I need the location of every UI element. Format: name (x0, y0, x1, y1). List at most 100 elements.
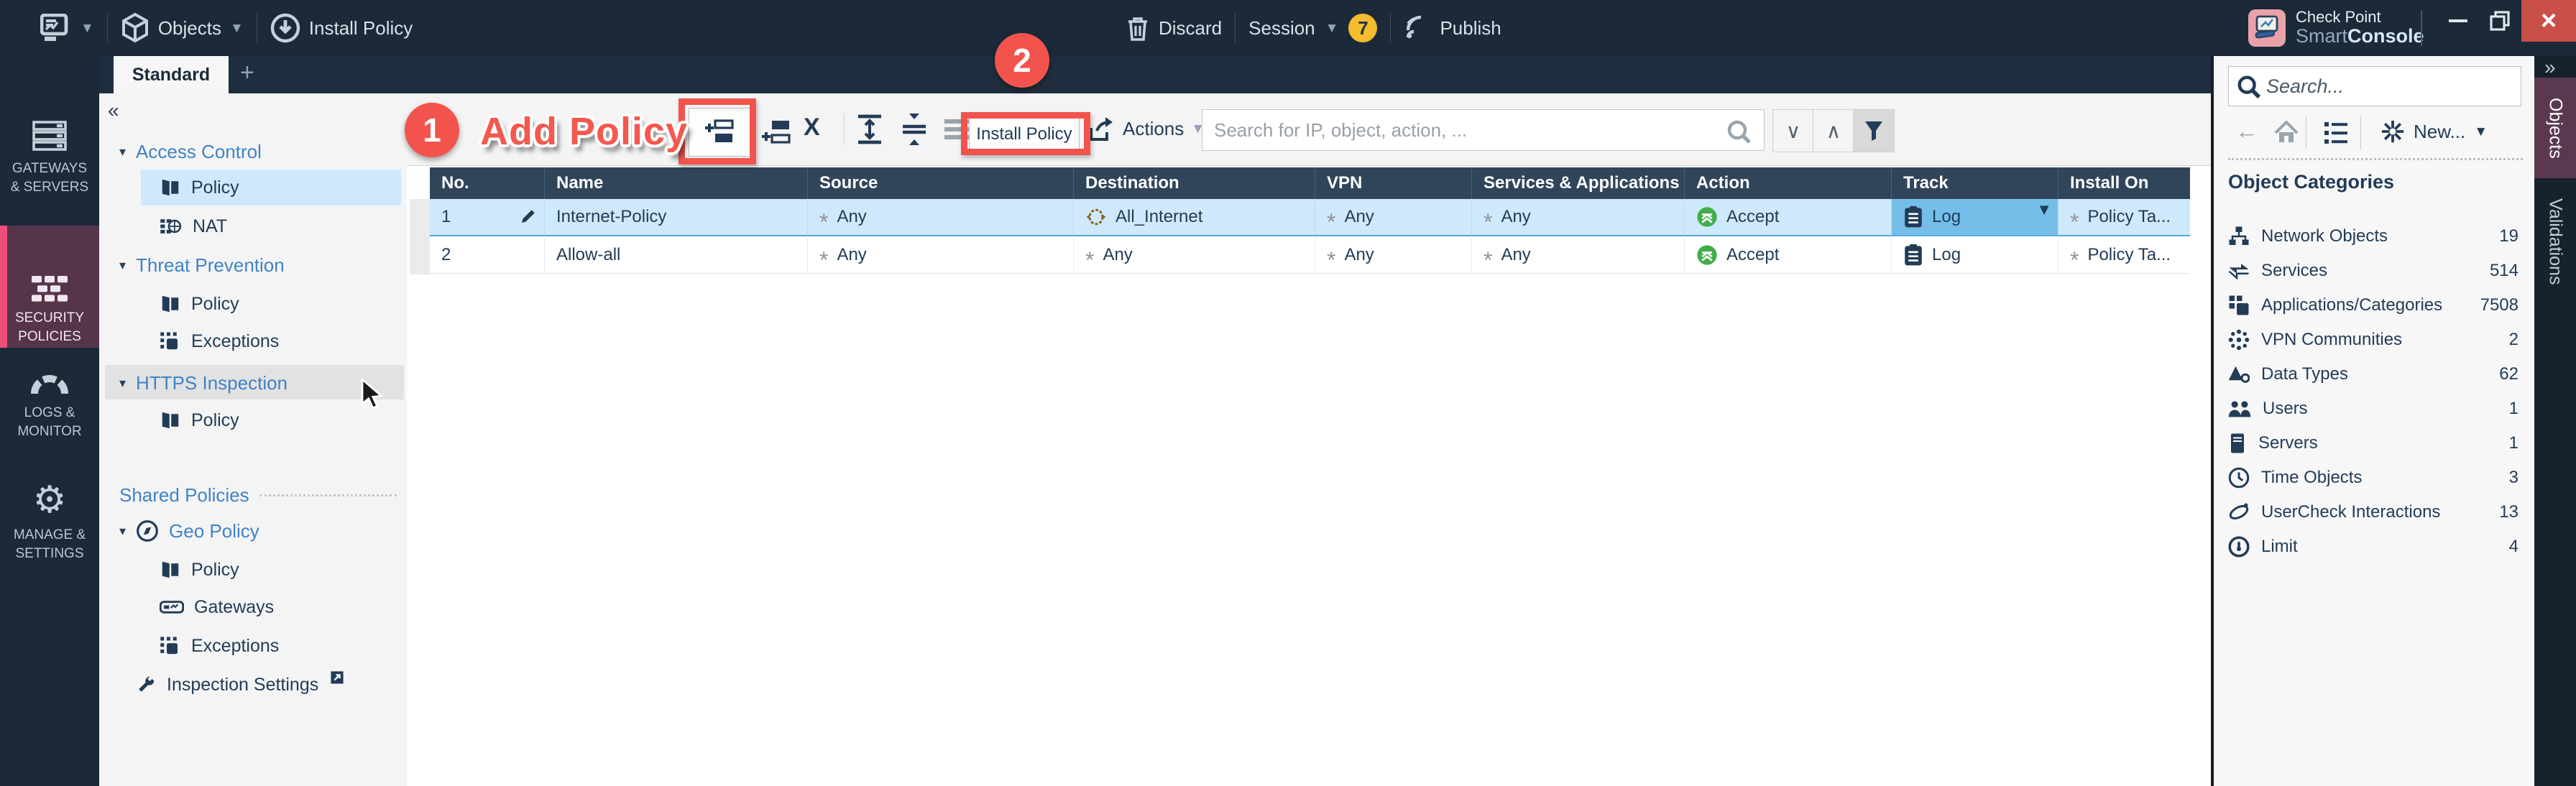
tree-item-inspection-settings[interactable]: Inspection Settings (135, 668, 344, 701)
search-prev-button[interactable]: ∧ (1813, 109, 1854, 152)
tree-item-geo-exceptions[interactable]: Exceptions (160, 629, 279, 662)
brand-console: Console (2347, 25, 2424, 47)
col-header-destination[interactable]: Destination (1074, 167, 1315, 199)
delete-rule-button[interactable]: X (804, 114, 820, 142)
cell-vpn: Any (1344, 244, 1374, 264)
col-header-services[interactable]: Services & Applications (1472, 167, 1685, 199)
col-header-install-on[interactable]: Install On (2058, 167, 2190, 199)
tree-section-shared-policies[interactable]: Shared Policies (119, 478, 397, 512)
add-rule-bottom-button[interactable] (760, 118, 792, 147)
tree-item-ac-policy[interactable]: Policy (160, 171, 239, 204)
back-arrow-button[interactable]: ← (2235, 118, 2258, 144)
category-data-types[interactable]: Data Types 62 (2228, 358, 2523, 391)
rulebase-search-input[interactable] (1202, 109, 1765, 151)
category-time-objects[interactable]: Time Objects 3 (2228, 461, 2523, 494)
usercheck-icon (2229, 503, 2249, 519)
collapse-panel-button[interactable]: « (108, 99, 119, 122)
mouse-cursor (361, 378, 385, 410)
tree-item-tp-exceptions[interactable]: Exceptions (160, 325, 279, 358)
category-applications[interactable]: Applications/Categories 7508 (2228, 289, 2523, 322)
new-object-button[interactable]: New... ▼ (2380, 119, 2488, 144)
tree-item-tp-policy[interactable]: Policy (160, 287, 239, 320)
brand-smart: Smart (2296, 25, 2348, 47)
rail-item-security-policies[interactable]: SECURITY POLICIES (0, 226, 99, 348)
tree-section-threat-prevention[interactable]: ▾ Threat Prevention (119, 249, 285, 282)
topbar-left-group: ▼ Objects ▼ Install Policy (40, 0, 413, 56)
search-icon[interactable] (1726, 119, 1752, 145)
home-button[interactable] (2274, 121, 2299, 144)
install-policy-menu-button[interactable]: Install Policy (270, 13, 413, 43)
category-label: Applications/Categories (2261, 295, 2443, 315)
col-header-track[interactable]: Track (1892, 167, 2058, 199)
actions-label: Actions (1123, 117, 1184, 139)
minimize-button[interactable] (2438, 0, 2478, 42)
tree-item-https-policy[interactable]: Policy (160, 404, 239, 437)
new-caret-icon: ▼ (2474, 124, 2488, 139)
expand-rows-button[interactable] (855, 114, 884, 145)
objects-panel: ← New... ▼ Object Categories Network Obj… (2211, 56, 2534, 786)
category-servers[interactable]: Servers 1 (2228, 427, 2523, 460)
filter-funnel-icon (1865, 121, 1882, 141)
col-header-action[interactable]: Action (1685, 167, 1892, 199)
category-label: Users (2263, 399, 2308, 418)
discard-button[interactable]: Discard (1126, 14, 1222, 42)
side-tab-objects[interactable]: Objects (2534, 78, 2576, 178)
col-header-source[interactable]: Source (808, 167, 1074, 199)
restore-button[interactable] (2480, 0, 2520, 42)
track-dropdown-caret-icon[interactable]: ▼ (2036, 200, 2052, 219)
tree-section-access-control[interactable]: ▾ Access Control (119, 135, 262, 168)
expand-panel-button[interactable]: » (2544, 56, 2556, 79)
menu-caret-icon: ▼ (80, 20, 94, 36)
table-row[interactable]: 1 Internet-Policy * Any All_Internet * Any… (430, 199, 2190, 236)
tree-item-geo-policy[interactable]: ▾ Geo Policy (119, 514, 259, 547)
session-caret-icon: ▼ (1325, 20, 1339, 36)
geo-policy-compass-icon (137, 520, 158, 542)
rail-label-line2: POLICIES (18, 328, 81, 344)
session-count-badge[interactable]: 7 (1348, 14, 1378, 42)
col-header-name[interactable]: Name (545, 167, 808, 199)
category-services[interactable]: Services 514 (2228, 254, 2523, 287)
col-header-no[interactable]: No. (430, 167, 545, 199)
main-menu-button[interactable]: ▼ (40, 14, 94, 42)
home-icon (2274, 121, 2299, 142)
tab-standard[interactable]: Standard (114, 56, 229, 93)
tree-section-https-inspection[interactable]: ▾ HTTPS Inspection (119, 366, 288, 399)
settings-gear-icon: ⚙ (32, 479, 67, 521)
filter-button[interactable] (1853, 109, 1895, 152)
category-limit[interactable]: Limit 4 (2228, 530, 2523, 563)
objects-search-input[interactable] (2228, 66, 2521, 106)
policy-tab-strip: Standard + (99, 56, 2211, 93)
search-next-button[interactable]: ∨ (1772, 109, 1814, 152)
category-vpn-communities[interactable]: VPN Communities 2 (2228, 323, 2523, 356)
tree-item-ac-nat[interactable]: NAT (160, 210, 227, 243)
rail-item-logs-monitor[interactable]: LOGS & MONITOR (0, 372, 99, 466)
session-button[interactable]: Session ▼ 7 (1248, 14, 1378, 42)
category-label: Time Objects (2261, 468, 2363, 487)
table-row[interactable]: 2 Allow-all * Any * Any * Any * Any Accept L… (430, 236, 2190, 274)
side-tab-validations[interactable]: Validations (2534, 184, 2576, 299)
rail-item-gateways-servers[interactable]: GATEWAYS & SERVERS (0, 119, 99, 213)
objects-menu-button[interactable]: Objects ▼ (121, 13, 244, 43)
col-header-vpn[interactable]: VPN (1315, 167, 1472, 199)
list-view-button[interactable] (2323, 121, 2349, 145)
publish-button[interactable]: Publish (1404, 14, 1501, 42)
tree-item-geo-policy-policy[interactable]: Policy (160, 553, 239, 586)
tree-item-label: Policy (191, 410, 239, 430)
actions-menu-button[interactable]: Actions ▼ (1088, 115, 1205, 142)
objects-caret-icon: ▼ (229, 20, 244, 36)
category-network-objects[interactable]: Network Objects 19 (2228, 220, 2523, 253)
annotation-add-rule-box (678, 98, 756, 165)
tree-item-geo-gateways[interactable]: Gateways (160, 591, 274, 624)
rail-item-manage-settings[interactable]: ⚙ MANAGE & SETTINGS (0, 481, 99, 575)
close-button[interactable]: × (2521, 0, 2576, 42)
brand-separator (2421, 10, 2422, 46)
category-usercheck-interactions[interactable]: UserCheck Interactions 13 (2228, 496, 2523, 529)
category-users[interactable]: Users 1 (2228, 392, 2523, 425)
track-cell-selected[interactable]: Log ▼ (1892, 199, 2058, 236)
topbar-center-group: Discard Session ▼ 7 Publish (1126, 0, 1501, 56)
add-tab-button[interactable]: + (240, 59, 254, 87)
wrench-icon (139, 676, 155, 692)
chevron-down-icon: ∨ (1785, 119, 1801, 142)
topbar-separator (1390, 13, 1392, 43)
collapse-rows-button[interactable] (900, 112, 929, 147)
